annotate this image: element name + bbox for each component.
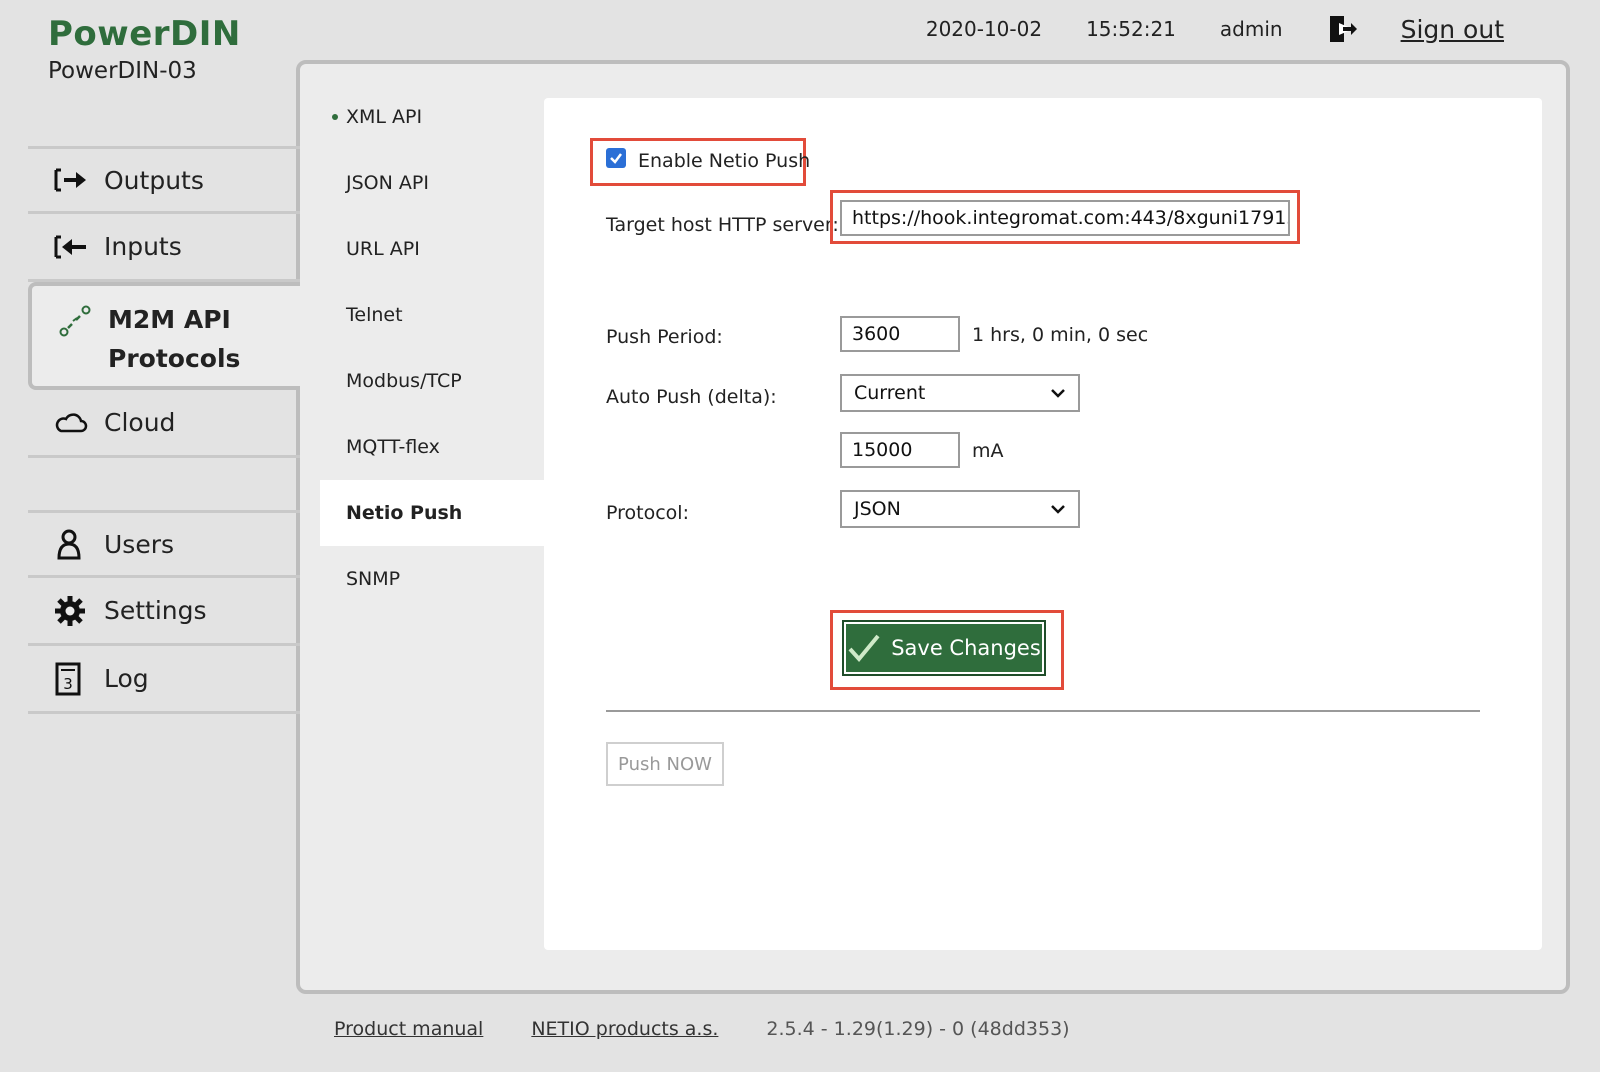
nav-item-label: Log	[104, 664, 149, 693]
subnav-item-label: Netio Push	[346, 502, 463, 524]
nav-item-label: Settings	[104, 596, 207, 625]
push-now-button[interactable]: Push NOW	[606, 742, 724, 786]
subnav-item-label: JSON API	[346, 172, 429, 194]
delta-input[interactable]: 15000	[840, 432, 960, 468]
auto-push-label: Auto Push (delta):	[606, 386, 777, 408]
protocol-subnav: XML API JSON API URL API Telnet Modbus/T…	[320, 84, 544, 612]
nav-item-settings[interactable]: Settings	[28, 578, 300, 646]
sign-out-icon	[1329, 16, 1357, 42]
company-link[interactable]: NETIO products a.s.	[531, 1018, 718, 1040]
nav-item-label: M2M API Protocols	[108, 300, 240, 378]
subnav-item-label: Modbus/TCP	[346, 370, 462, 392]
nav-item-label: Users	[104, 529, 175, 559]
target-host-input[interactable]: https://hook.integromat.com:443/8xguni17…	[840, 200, 1290, 236]
outputs-icon	[54, 163, 94, 197]
subnav-item-label: Telnet	[346, 304, 403, 326]
footer: Product manual NETIO products a.s. 2.5.4…	[334, 1018, 1070, 1040]
nav-gap	[28, 458, 300, 510]
subnav-item-label: URL API	[346, 238, 420, 260]
product-manual-link[interactable]: Product manual	[334, 1018, 483, 1040]
save-changes-label: Save Changes	[891, 636, 1041, 660]
main-nav: Outputs Inputs M2M API Protocols Cloud Us…	[28, 146, 300, 714]
sign-out-label: Sign out	[1400, 14, 1504, 44]
delta-unit: mA	[972, 440, 1004, 462]
protocol-label: Protocol:	[606, 502, 689, 524]
checkbox-checked-icon	[606, 148, 626, 168]
brand-title: PowerDIN	[48, 14, 241, 54]
user-icon	[54, 527, 94, 561]
chevron-down-icon	[1051, 505, 1065, 514]
subnav-item-netio-push[interactable]: Netio Push	[320, 480, 544, 546]
m2m-icon	[58, 304, 98, 338]
target-host-label: Target host HTTP server:	[606, 214, 839, 236]
sign-out-link[interactable]: Sign out	[1327, 14, 1504, 44]
device-name: PowerDIN-03	[48, 58, 197, 84]
cloud-icon	[54, 406, 94, 440]
divider	[606, 710, 1480, 712]
top-bar: 2020-10-02 15:52:21 admin Sign out	[882, 14, 1504, 44]
nav-item-label: Inputs	[104, 232, 182, 261]
subnav-item-label: XML API	[346, 106, 423, 128]
chevron-down-icon	[1051, 389, 1065, 398]
gear-icon	[54, 594, 94, 628]
subnav-item-mqtt-flex[interactable]: MQTT-flex	[320, 414, 544, 480]
nav-item-label: Outputs	[104, 165, 204, 195]
time-display: 15:52:21	[1086, 17, 1176, 41]
nav-item-users[interactable]: Users	[28, 510, 300, 578]
nav-item-label: Cloud	[104, 408, 176, 437]
nav-item-m2m-api-protocols[interactable]: M2M API Protocols	[28, 282, 300, 390]
brand: PowerDIN PowerDIN-03	[48, 14, 241, 84]
nav-label-line2: Protocols	[108, 344, 241, 373]
nav-label-line1: M2M API	[108, 305, 231, 334]
current-user: admin	[1219, 17, 1283, 41]
auto-push-selected: Current	[854, 382, 926, 404]
nav-item-inputs[interactable]: Inputs	[28, 214, 300, 282]
subnav-item-label: SNMP	[346, 568, 401, 590]
auto-push-select[interactable]: Current	[840, 374, 1080, 412]
subnav-item-url-api[interactable]: URL API	[320, 216, 544, 282]
log-icon: 3	[54, 662, 94, 696]
subnav-item-json-api[interactable]: JSON API	[320, 150, 544, 216]
netio-push-form: Enable Netio Push Target host HTTP serve…	[544, 98, 1542, 950]
protocol-selected: JSON	[854, 498, 901, 520]
checkmark-icon	[848, 634, 880, 663]
push-period-input[interactable]: 3600	[840, 316, 960, 352]
svg-text:3: 3	[63, 675, 73, 693]
push-period-readout: 1 hrs, 0 min, 0 sec	[972, 324, 1149, 346]
firmware-version: 2.5.4 - 1.29(1.29) - 0 (48dd353)	[766, 1018, 1070, 1040]
inputs-icon	[54, 230, 94, 264]
nav-item-cloud[interactable]: Cloud	[28, 390, 300, 458]
subnav-item-xml-api[interactable]: XML API	[320, 84, 544, 150]
enable-label: Enable Netio Push	[638, 150, 811, 172]
subnav-item-modbus-tcp[interactable]: Modbus/TCP	[320, 348, 544, 414]
status-dot-icon	[332, 114, 338, 120]
main-panel: XML API JSON API URL API Telnet Modbus/T…	[296, 60, 1570, 994]
enable-netio-push-checkbox[interactable]: Enable Netio Push	[606, 148, 811, 172]
nav-item-outputs[interactable]: Outputs	[28, 146, 300, 214]
protocol-select[interactable]: JSON	[840, 490, 1080, 528]
save-changes-button[interactable]: Save Changes	[842, 620, 1046, 676]
subnav-item-snmp[interactable]: SNMP	[320, 546, 544, 612]
date-display: 2020-10-02	[925, 17, 1043, 41]
nav-item-log[interactable]: 3 Log	[28, 646, 300, 714]
push-period-label: Push Period:	[606, 326, 723, 348]
subnav-item-label: MQTT-flex	[346, 436, 440, 458]
subnav-item-telnet[interactable]: Telnet	[320, 282, 544, 348]
